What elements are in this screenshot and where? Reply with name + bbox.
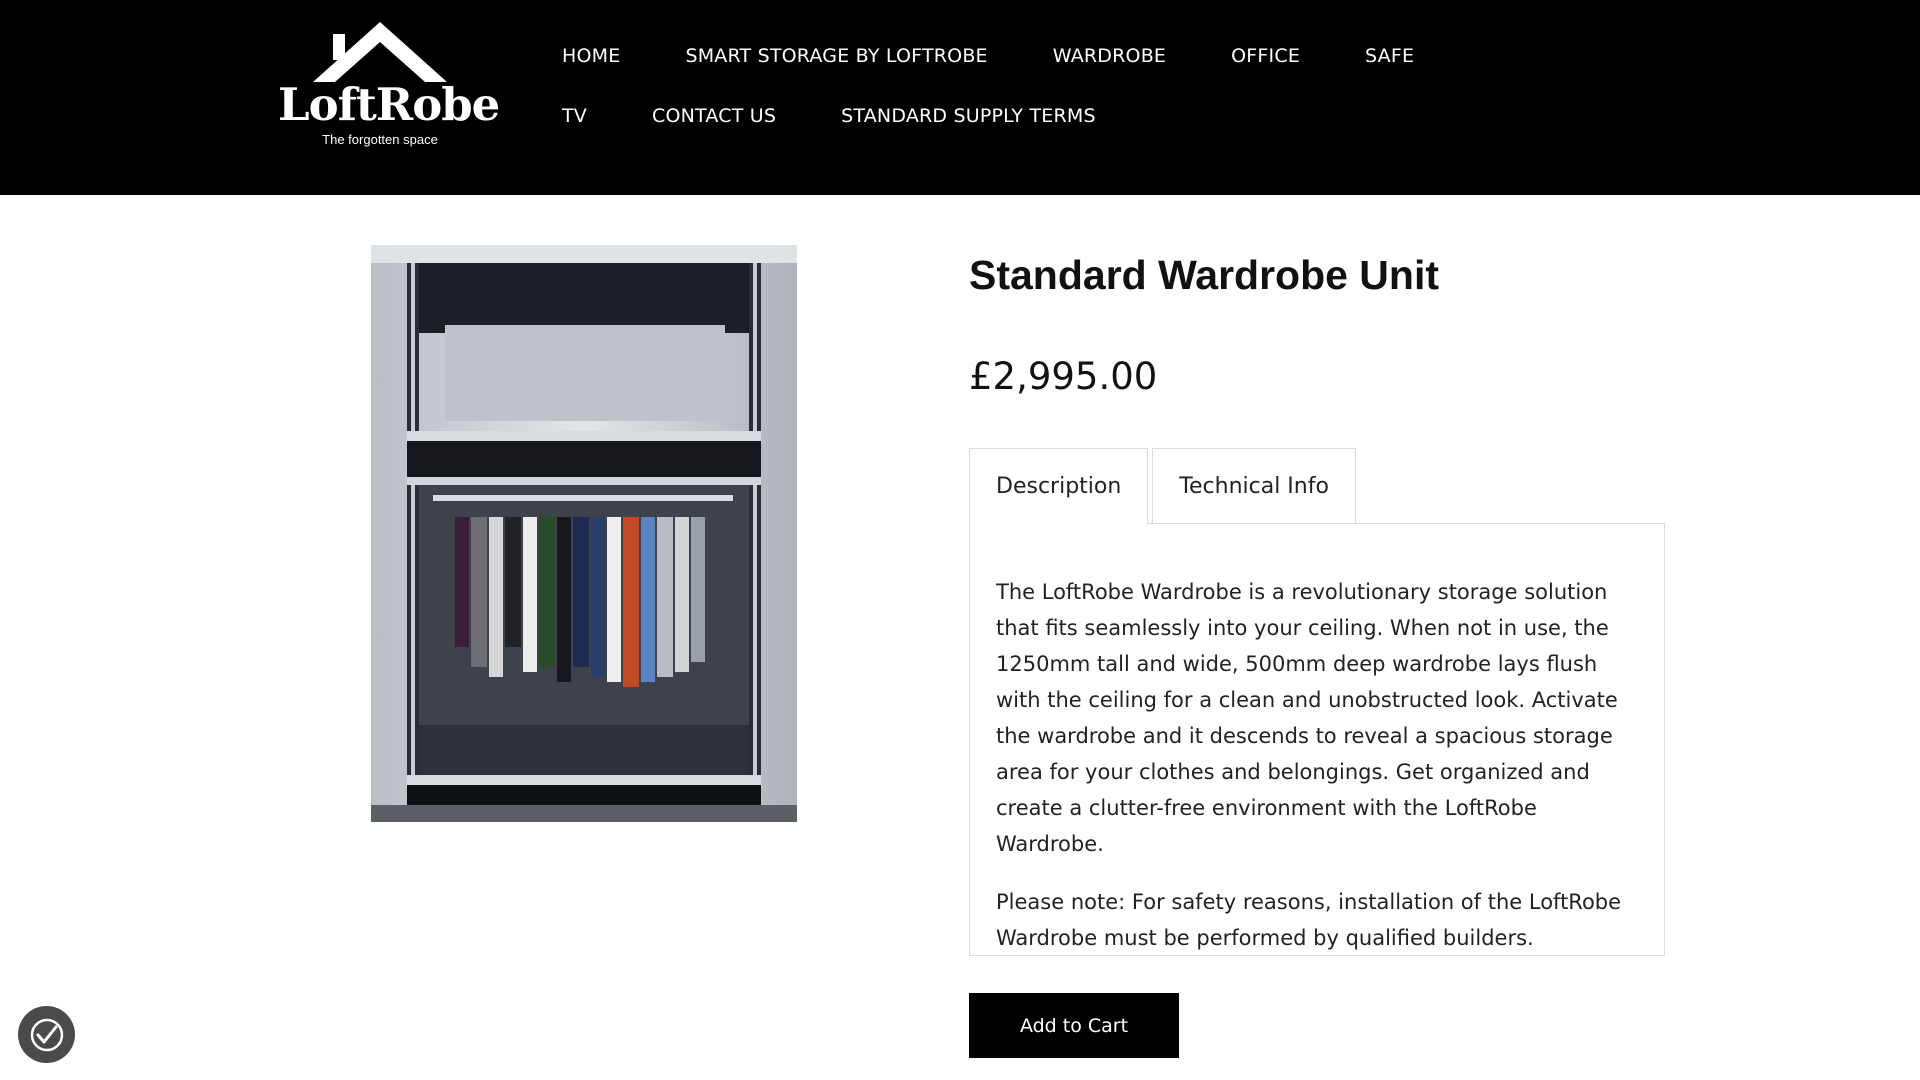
product-tabs: Description Technical Info [969, 448, 1360, 525]
accessibility-icon [30, 1018, 63, 1051]
nav-tv[interactable]: TV [562, 105, 587, 127]
product-image[interactable] [371, 245, 797, 822]
nav-home[interactable]: HOME [562, 45, 620, 67]
nav-safe[interactable]: SAFE [1365, 45, 1414, 67]
nav-office[interactable]: OFFICE [1231, 45, 1300, 67]
product-title: Standard Wardrobe Unit [969, 252, 1439, 298]
add-to-cart-button[interactable]: Add to Cart [969, 993, 1179, 1058]
accessibility-button[interactable] [18, 1006, 75, 1063]
wardrobe-photo [371, 245, 797, 822]
site-header: LoftRobe The forgotten space HOME SMART … [0, 0, 1920, 195]
tab-technical-info[interactable]: Technical Info [1152, 448, 1356, 524]
main-nav-row-2: TV CONTACT US STANDARD SUPPLY TERMS [562, 105, 1161, 127]
safety-note-paragraph: Please note: For safety reasons, install… [996, 890, 1622, 950]
nav-wardrobe[interactable]: WARDROBE [1053, 45, 1166, 67]
logo[interactable]: LoftRobe The forgotten space [278, 20, 500, 150]
logo-wordmark: LoftRobe [278, 78, 500, 131]
tab-description[interactable]: Description [969, 448, 1149, 525]
nav-smart-storage[interactable]: SMART STORAGE BY LOFTROBE [685, 45, 987, 67]
nav-standard-supply-terms[interactable]: STANDARD SUPPLY TERMS [841, 105, 1096, 127]
nav-contact-us[interactable]: CONTACT US [652, 105, 776, 127]
logo-tagline: The forgotten space [322, 132, 438, 147]
description-panel: The LoftRobe Wardrobe is a revolutionary… [969, 523, 1665, 956]
house-roof-icon [313, 22, 447, 82]
description-paragraph: The LoftRobe Wardrobe is a revolutionary… [996, 580, 1618, 856]
product-price: £2,995.00 [969, 355, 1158, 398]
main-nav-row-1: HOME SMART STORAGE BY LOFTROBE WARDROBE … [562, 45, 1479, 67]
